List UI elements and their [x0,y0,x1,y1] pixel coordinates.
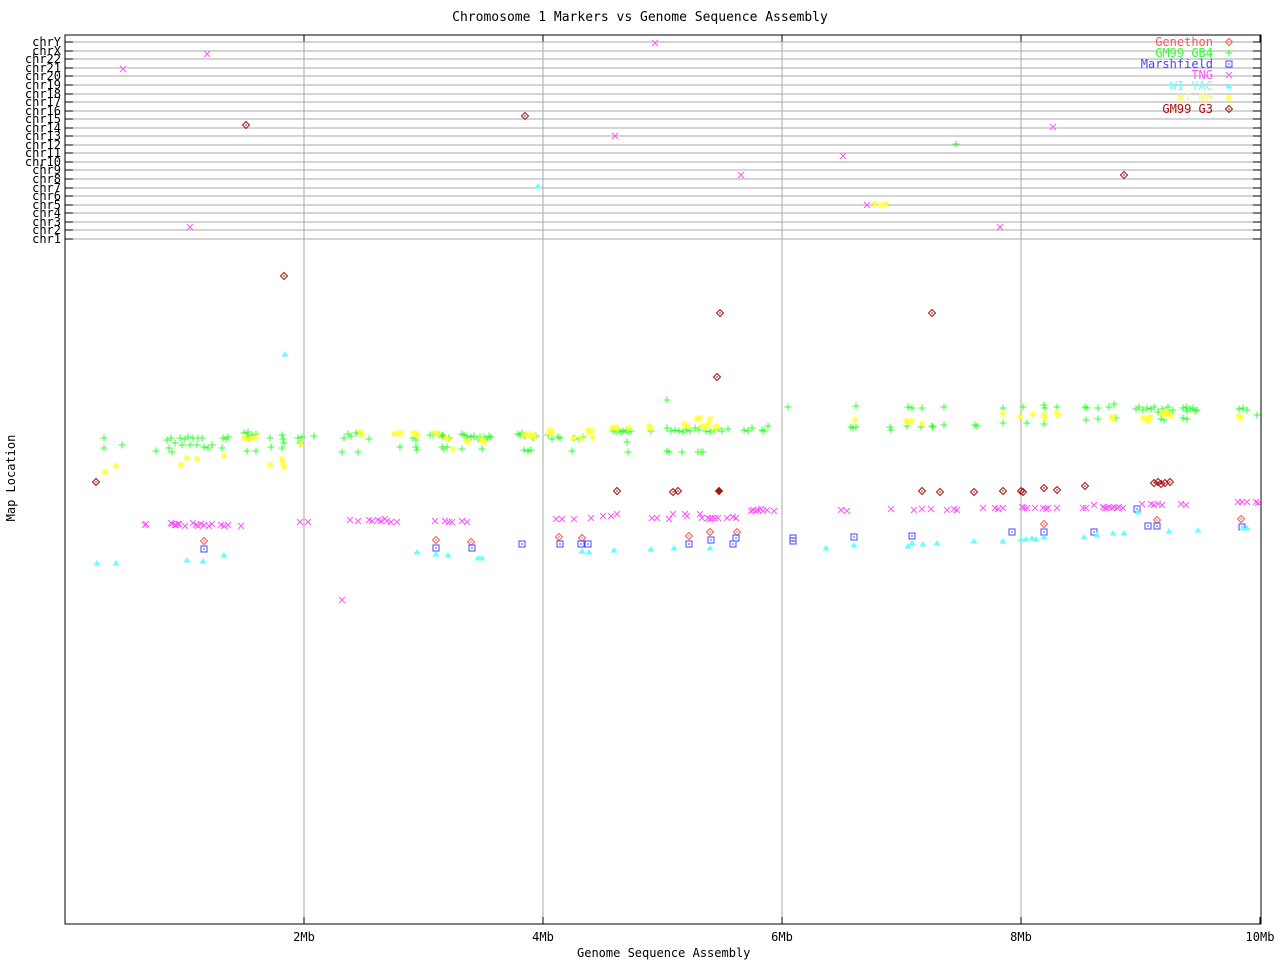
x-axis-label: Genome Sequence Assembly [577,946,751,960]
x-tick-label: 2Mb [293,930,315,944]
chart-title: Chromosome 1 Markers vs Genome Sequence … [452,10,828,25]
x-tick-label: 6Mb [771,930,793,944]
x-tick-label: 10Mb [1245,930,1275,944]
legend-item-gm99-g3: GM99 G3 [1162,102,1213,116]
gnuplot-chart: Chromosome 1 Markers vs Genome Sequence … [0,0,1280,960]
y-tick-label: chr1 [32,232,61,246]
x-tick-label: 4Mb [532,930,554,944]
x-tick-label: 8Mb [1010,930,1032,944]
plot-area [64,34,1262,925]
y-axis-label: Map Location [4,434,18,522]
